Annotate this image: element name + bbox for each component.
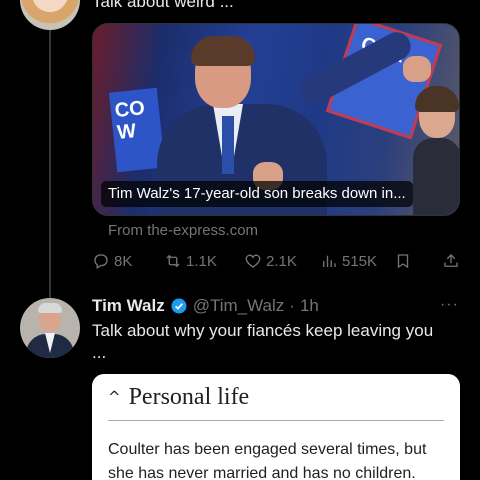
views-icon: [323, 255, 336, 267]
reply-icon: [94, 254, 108, 269]
photo-woman: [413, 86, 459, 215]
wiki-divider: [108, 420, 444, 421]
wiki-section-title: Personal life: [128, 384, 250, 410]
repost-count: 1.1K: [186, 252, 217, 270]
like-count: 2.1K: [266, 252, 297, 270]
share-icon: [444, 254, 458, 267]
wiki-paragraph: Coulter has been engaged several times, …: [108, 441, 427, 480]
view-count: 515K: [342, 252, 378, 270]
views-button[interactable]: 515K: [320, 250, 377, 272]
previous-author-avatar[interactable]: [20, 0, 80, 30]
chevron-up-icon: ^: [108, 387, 121, 406]
previous-post-text: Talk about weird ...: [92, 0, 234, 11]
wikipedia-screenshot-card[interactable]: ^ Personal life Coulter has been engaged…: [92, 374, 460, 480]
post-time[interactable]: 1h: [300, 295, 319, 317]
like-button[interactable]: 2.1K: [244, 250, 297, 272]
heart-icon: [245, 254, 261, 268]
author-name[interactable]: Tim Walz: [92, 295, 165, 317]
reply-header: Tim Walz @Tim_Walz · 1h: [92, 295, 319, 317]
link-card-headline[interactable]: Tim Walz's 17-year-old son breaks down i…: [101, 181, 413, 207]
repost-button[interactable]: 1.1K: [164, 250, 217, 272]
repost-icon: [166, 254, 180, 268]
reply-text: Talk about why your fiancés keep leaving…: [92, 321, 434, 362]
link-source[interactable]: From the-express.com: [108, 222, 258, 239]
separator-dot: ·: [289, 296, 295, 315]
author-handle[interactable]: @Tim_Walz: [193, 295, 285, 317]
wiki-section-header[interactable]: ^ Personal life: [108, 384, 249, 411]
thread-line: [49, 28, 51, 298]
verified-badge-icon: [171, 298, 187, 314]
action-bar: 8K 1.1K 2.1K 515K: [92, 250, 462, 272]
reply-button[interactable]: 8K: [92, 250, 132, 272]
reply-count: 8K: [114, 252, 133, 270]
share-button[interactable]: [442, 250, 460, 272]
reply-author-avatar[interactable]: [20, 298, 80, 358]
sign-left-text: CO W: [113, 97, 146, 145]
more-options-button[interactable]: ···: [440, 296, 459, 314]
link-preview-card[interactable]: CO W COA Tim Walz's 17-year-old son brea…: [92, 23, 460, 216]
bookmark-icon: [397, 254, 409, 269]
bookmark-button[interactable]: [394, 250, 412, 272]
